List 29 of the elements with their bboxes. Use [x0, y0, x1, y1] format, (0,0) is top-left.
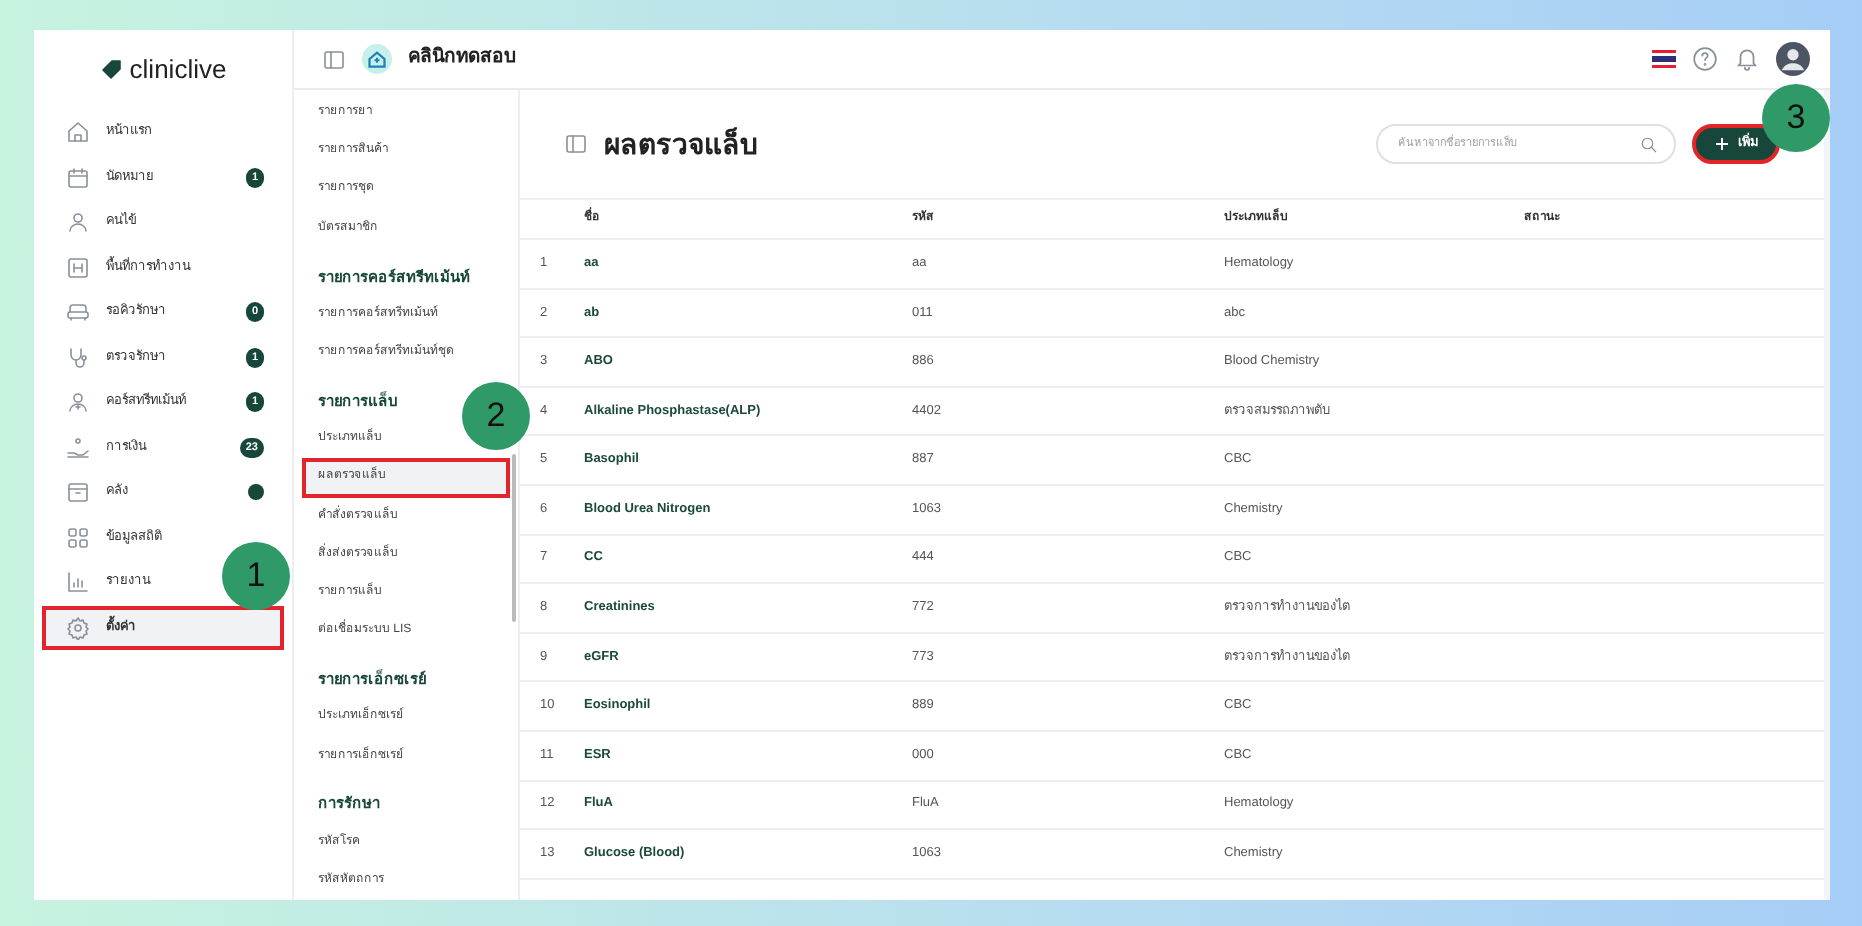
app-logo: cliniclive — [129, 52, 227, 89]
grid-icon — [66, 525, 90, 550]
step-number-marker: 1 — [222, 542, 290, 610]
settings-icon — [66, 615, 90, 640]
doctor-icon — [66, 390, 90, 415]
step-number-marker: 3 — [1762, 84, 1830, 152]
avatar-icon[interactable] — [1776, 42, 1810, 76]
clinic-name: คลินิกทดสอบ — [408, 44, 516, 73]
tag-logo-icon — [99, 58, 124, 82]
bell-icon — [1734, 46, 1760, 72]
help-icon — [1692, 46, 1718, 72]
sofa-icon — [66, 300, 90, 325]
search-icon — [1640, 135, 1658, 153]
chart-icon — [66, 570, 90, 595]
calendar-icon — [66, 165, 90, 190]
hand-coin-icon — [66, 435, 90, 460]
flag-icon[interactable] — [1652, 50, 1676, 68]
stethoscope-icon — [66, 345, 90, 370]
plus-icon — [1714, 136, 1730, 152]
panel-icon — [564, 132, 588, 156]
clinic-logo-icon — [362, 44, 392, 74]
home-icon — [66, 120, 90, 145]
step-number-marker: 2 — [462, 382, 530, 450]
workspace-icon — [66, 255, 90, 280]
sidebar-toggle-icon — [322, 47, 346, 71]
scrollbar-thumb[interactable] — [512, 454, 516, 622]
box-icon — [66, 480, 90, 505]
page-title: ผลตรวจแล็บ — [604, 127, 758, 161]
person-icon — [66, 210, 90, 235]
